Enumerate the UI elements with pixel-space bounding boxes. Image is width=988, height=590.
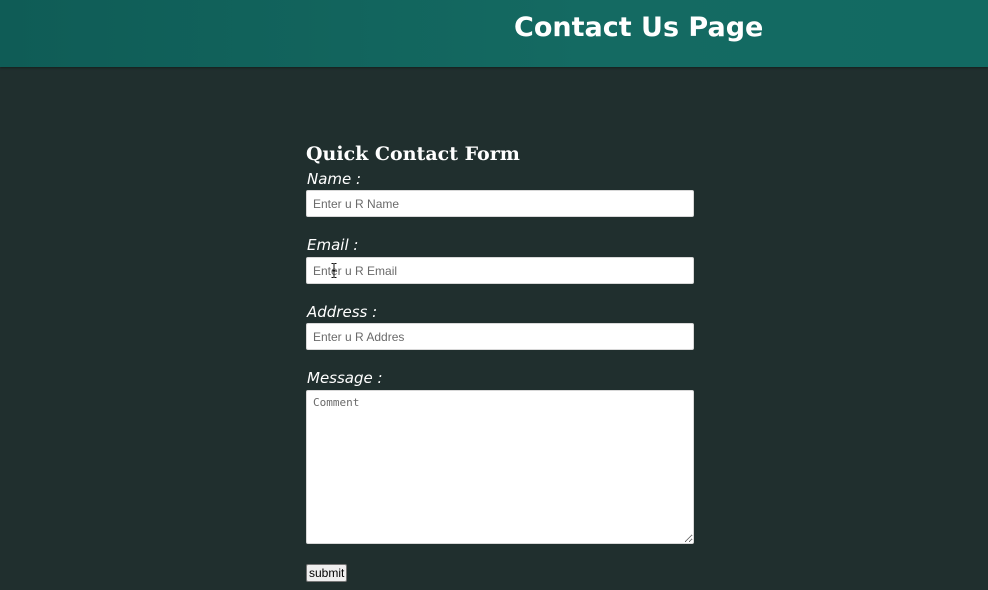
- submit-button[interactable]: submit: [306, 564, 348, 582]
- page-title: Contact Us Page: [514, 12, 764, 43]
- page-header: Contact Us Page: [0, 0, 988, 67]
- email-input[interactable]: [306, 257, 694, 284]
- address-input[interactable]: [306, 323, 694, 350]
- contact-page: Contact Us Page Quick Contact Form Name …: [0, 0, 988, 590]
- text-cursor-icon: [331, 263, 337, 278]
- address-label: Address :: [307, 303, 378, 321]
- name-label: Name :: [307, 170, 362, 188]
- message-label: Message :: [307, 369, 383, 387]
- message-textarea[interactable]: [306, 390, 694, 544]
- name-input[interactable]: [306, 190, 694, 217]
- form-title: Quick Contact Form: [306, 143, 520, 165]
- email-label: Email :: [307, 236, 359, 254]
